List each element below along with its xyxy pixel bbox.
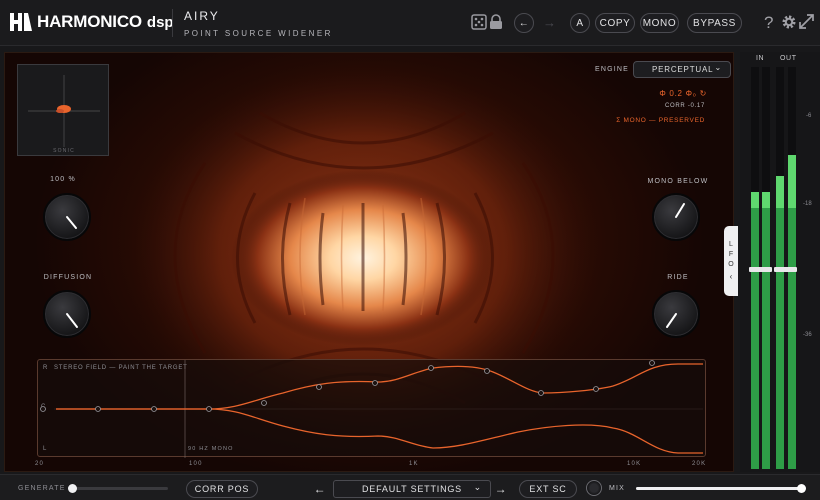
ext-sc-button[interactable]: EXT SC	[519, 480, 577, 498]
mix-slider-thumb[interactable]	[797, 484, 806, 493]
radar-crosshair-icon	[28, 75, 100, 147]
resize-icon[interactable]	[799, 14, 814, 34]
generate-label: GENERATE	[18, 485, 66, 492]
lfo-label: LFO	[728, 241, 734, 268]
mono-button[interactable]: MONO	[640, 13, 679, 33]
ride-knob[interactable]	[652, 290, 700, 338]
meter-peak-fill	[762, 192, 770, 208]
meter-fill	[776, 208, 784, 469]
meter-fill	[762, 208, 770, 469]
stereo-field-panel[interactable]: STEREO FIELD — PAINT THE TARGET R C L 90…	[37, 359, 707, 458]
meter-fill	[751, 208, 759, 469]
lock-icon[interactable]	[489, 14, 503, 35]
engine-select[interactable]: PERCEPTUAL ⌄	[633, 61, 731, 78]
corr-pos-button[interactable]: CORR POS	[186, 480, 258, 498]
phase-readout: Φ 0.2 Φ₀ ↻	[659, 89, 707, 98]
undo-button[interactable]: ←	[514, 13, 534, 33]
redo-button[interactable]: →	[543, 14, 556, 32]
mono-below-knob[interactable]	[652, 193, 700, 241]
ride-label: RIDE	[667, 274, 689, 281]
meter-peak-fill	[788, 155, 796, 208]
arrow-right-icon: →	[494, 482, 508, 496]
in-gain-fader[interactable]	[749, 267, 772, 272]
freq-tick-100: 100	[189, 461, 203, 467]
meter-peak-fill	[751, 192, 759, 208]
in-meter-label: IN	[756, 55, 765, 62]
meter-fill	[788, 208, 796, 469]
corr-readout: CORR -0.17	[664, 103, 705, 109]
meter-peak-fill	[776, 176, 784, 208]
brand-name: HARMONICO	[37, 12, 142, 31]
arrow-left-icon: ←	[518, 17, 530, 29]
harmonico-logo-icon	[10, 13, 32, 31]
generate-slider-thumb[interactable]	[68, 484, 77, 493]
stereo-visualizer[interactable]: SONIC 100 % DIFFUSION MONO BELOW RIDE EN…	[4, 52, 734, 472]
engine-value: PERCEPTUAL	[652, 65, 714, 74]
footer-bar: GENERATE CORR POS ← DEFAULT SETTINGS ⌄ →…	[0, 474, 820, 500]
scale-36: -36	[803, 332, 812, 338]
plugin-subtitle: POINT SOURCE WIDENER	[184, 29, 333, 38]
chevron-down-icon: ⌄	[473, 482, 482, 492]
mix-slider[interactable]	[636, 484, 806, 493]
freq-tick-20k: 20K	[692, 461, 707, 467]
preset-selector[interactable]: DEFAULT SETTINGS ⌄	[333, 480, 491, 498]
width-knob[interactable]	[43, 193, 91, 241]
out-gain-fader[interactable]	[774, 267, 797, 272]
scale-18: -18	[803, 201, 812, 207]
sonic-radar[interactable]: SONIC	[17, 64, 109, 156]
bypass-button[interactable]: BYPASS	[687, 13, 742, 33]
dice-icon[interactable]	[471, 14, 487, 35]
mix-knob[interactable]	[586, 480, 602, 496]
stereo-field-curve[interactable]	[38, 360, 707, 458]
help-icon[interactable]: ?	[764, 14, 773, 32]
freq-tick-1k: 1K	[409, 461, 419, 467]
mono-below-label: MONO BELOW	[647, 178, 709, 185]
scale-6: -6	[806, 113, 812, 119]
brand-logo: HARMONICO dsp	[10, 11, 174, 33]
radar-label: SONIC	[53, 148, 75, 154]
plugin-window: HARMONICO dsp AIRY POINT SOURCE WIDENER …	[0, 0, 820, 500]
next-preset-button[interactable]: →	[492, 480, 510, 498]
copy-button[interactable]: COPY	[595, 13, 635, 33]
prev-preset-button[interactable]: ←	[311, 480, 329, 498]
chevron-left-icon: ‹	[729, 272, 733, 281]
freq-tick-20: 20	[35, 461, 45, 467]
diffusion-knob[interactable]	[43, 290, 91, 338]
preset-name: DEFAULT SETTINGS	[362, 484, 462, 494]
width-value-label: 100 %	[50, 176, 76, 183]
gear-icon[interactable]	[781, 14, 797, 35]
chevron-down-icon: ⌄	[714, 63, 722, 72]
lfo-tab[interactable]: LFO ‹	[724, 226, 738, 296]
engine-label: ENGINE	[595, 66, 630, 73]
meter-section: IN OUT -6 -18 -36	[740, 52, 820, 472]
mono-status: Σ MONO — PRESERVED	[616, 117, 705, 124]
plugin-title: AIRY	[184, 9, 220, 23]
arrow-left-icon: ←	[313, 482, 327, 496]
mix-slider-fill	[636, 487, 802, 490]
diffusion-label: DIFFUSION	[43, 274, 93, 281]
brand-sub: dsp	[146, 13, 174, 31]
generate-slider[interactable]	[68, 484, 168, 493]
out-meter-label: OUT	[780, 55, 797, 62]
ab-slot-button[interactable]: A	[570, 13, 590, 33]
mix-label: MIX	[609, 485, 626, 492]
header-divider	[172, 9, 173, 37]
header-bar: HARMONICO dsp AIRY POINT SOURCE WIDENER …	[0, 0, 820, 46]
freq-tick-10k: 10K	[627, 461, 642, 467]
